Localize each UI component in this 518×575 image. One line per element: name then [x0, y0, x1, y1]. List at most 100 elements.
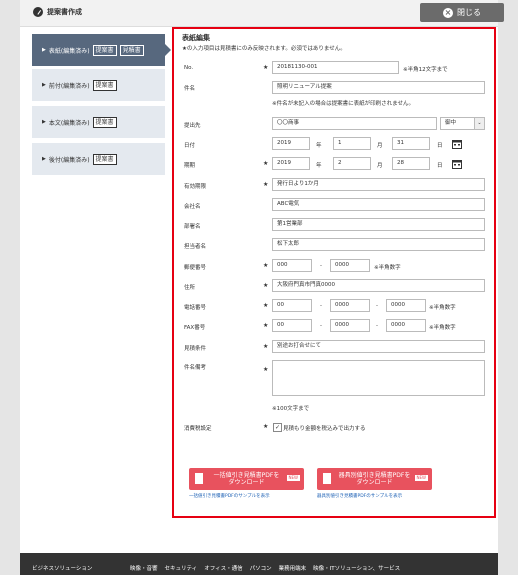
day-unit: 日 — [437, 143, 443, 149]
sidebar-item-back[interactable]: ▶ 後付(編集済み) 提案書 — [32, 143, 165, 175]
form-title: 表紙編集 — [182, 34, 210, 42]
address-label: 住所 — [184, 285, 196, 291]
chevron-down-icon: ⌄ — [474, 118, 484, 129]
sidebar-item-label: 後付(編集済み) — [48, 156, 90, 164]
download-item-discount-button[interactable]: 器具別値引き見積書PDFを ダウンロード NEW — [317, 468, 432, 490]
download-bulk-discount-button[interactable]: 一括値引き見積書PDFを ダウンロード NEW — [189, 468, 304, 490]
new-badge: NEW — [414, 475, 428, 481]
footer-link[interactable]: 映像・ITソリューション、サービス — [313, 564, 400, 572]
department-input[interactable]: 第1営業部 — [272, 218, 485, 231]
tag-estimate: 見積書 — [119, 44, 144, 56]
page-title-text: 提案書作成 — [47, 8, 82, 16]
phone-p3-input[interactable]: 0000 — [386, 299, 426, 312]
tag-proposal: 提案書 — [92, 116, 117, 128]
star-mark: ★ — [263, 282, 269, 289]
close-icon: × — [443, 7, 453, 18]
footer-link[interactable]: 映像・音響 — [130, 564, 158, 572]
company-input[interactable]: ABC電気 — [272, 198, 485, 211]
validity-input[interactable]: 発行日より1か月 — [272, 178, 485, 191]
phone-p2-input[interactable]: 0000 — [330, 299, 370, 312]
bulk-discount-sample-link[interactable]: 一括値引き見積書PDFのサンプルを表示 — [189, 493, 270, 499]
new-badge: NEW — [286, 475, 300, 481]
date-label: 日付 — [184, 143, 196, 149]
calendar-icon[interactable] — [452, 159, 462, 169]
star-mark: ★ — [263, 302, 269, 309]
calendar-icon[interactable] — [452, 139, 462, 149]
date-day-input[interactable]: 31 — [392, 137, 430, 150]
subject-hint: ※件名が未記入の場合は提案書に表紙が印刷されません。 — [272, 101, 414, 107]
arrow-icon: ▶ — [42, 82, 46, 88]
subject-input[interactable]: 照明リニューアル提案 — [272, 81, 485, 94]
zip-part1-input[interactable]: 000 — [272, 259, 312, 272]
close-button[interactable]: × 閉じる — [420, 3, 504, 22]
dash: - — [376, 303, 378, 309]
footer-links: 映像・音響 セキュリティ オフィス・通信 パソコン 業務用端末 映像・ITソリュ… — [130, 564, 400, 572]
zip-hint: ※半角数字 — [374, 265, 401, 271]
address-input[interactable]: 大阪府門真市門真0000 — [272, 279, 485, 292]
month-unit: 月 — [377, 163, 383, 169]
header-bar: 提案書作成 × 閉じる — [20, 0, 504, 27]
deadline-month-input[interactable]: 2 — [333, 157, 371, 170]
star-mark: ★ — [263, 366, 269, 373]
close-button-label: 閉じる — [457, 8, 481, 17]
deadline-year-input[interactable]: 2019 — [272, 157, 310, 170]
form-note: ★の入力項目は見積書にのみ反映されます。必須ではありません。 — [182, 46, 346, 52]
dash: - — [320, 323, 322, 329]
tag-proposal: 提案書 — [92, 44, 117, 56]
sidebar-item-body[interactable]: ▶ 本文(編集済み) 提案書 — [32, 106, 165, 138]
sidebar-item-front[interactable]: ▶ 前付(編集済み) 提案書 — [32, 69, 165, 101]
fax-p3-input[interactable]: 0000 — [386, 319, 426, 332]
tax-check-label: 見積もり金額を税込みで出力する — [283, 426, 366, 432]
fax-p1-input[interactable]: 00 — [272, 319, 312, 332]
date-year-input[interactable]: 2019 — [272, 137, 310, 150]
honorific-select[interactable]: 御中 ⌄ — [440, 117, 485, 130]
honorific-value: 御中 — [445, 120, 457, 126]
document-icon — [195, 473, 203, 484]
star-mark: ★ — [263, 64, 269, 71]
arrow-icon: ▶ — [42, 119, 46, 125]
footer-link[interactable]: 業務用端末 — [279, 564, 307, 572]
person-input[interactable]: 松下太郎 — [272, 238, 485, 251]
deadline-day-input[interactable]: 28 — [392, 157, 430, 170]
page-title: 提案書作成 — [33, 7, 82, 17]
date-month-input[interactable]: 1 — [333, 137, 371, 150]
remarks-hint: ※100文字まで — [272, 406, 310, 412]
remarks-label: 件名備考 — [184, 365, 207, 371]
subject-label: 件名 — [184, 86, 196, 92]
document-icon — [323, 473, 331, 484]
sidebar-item-label: 前付(編集済み) — [48, 82, 90, 90]
no-input[interactable]: 20181130-001 — [272, 61, 399, 74]
fax-label: FAX番号 — [184, 325, 206, 331]
fax-hint: ※半角数字 — [429, 325, 456, 331]
sidebar-item-label: 表紙(編集済み) — [48, 47, 90, 55]
star-mark: ★ — [263, 181, 269, 188]
phone-p1-input[interactable]: 00 — [272, 299, 312, 312]
zip-part2-input[interactable]: 0000 — [330, 259, 370, 272]
dash: - — [320, 263, 322, 269]
fax-p2-input[interactable]: 0000 — [330, 319, 370, 332]
star-mark: ★ — [263, 423, 269, 430]
tax-checkbox[interactable]: ✓ — [273, 423, 282, 432]
department-label: 部署名 — [184, 224, 201, 230]
recipient-input[interactable]: 〇〇商事 — [272, 117, 437, 130]
star-mark: ★ — [263, 343, 269, 350]
sidebar-item-cover[interactable]: ▶ 表紙(編集済み) 提案書 見積書 — [32, 34, 171, 66]
conditions-input[interactable]: 別途お打合せにて — [272, 340, 485, 353]
footer-link[interactable]: セキュリティ — [165, 564, 198, 572]
tag-proposal: 提案書 — [92, 153, 117, 165]
footer-title: ビジネスソリューション — [32, 566, 93, 572]
star-mark: ★ — [263, 262, 269, 269]
footer-link[interactable]: パソコン — [250, 564, 272, 572]
recipient-label: 提出先 — [184, 123, 201, 129]
deadline-label: 期期 — [184, 163, 196, 169]
year-unit: 年 — [316, 143, 322, 149]
month-unit: 月 — [377, 143, 383, 149]
tax-label: 消費税設定 — [184, 426, 212, 432]
no-hint: ※半角12文字まで — [403, 67, 448, 73]
star-mark: ★ — [263, 322, 269, 329]
phone-hint: ※半角数字 — [429, 305, 456, 311]
dash: - — [320, 303, 322, 309]
footer-link[interactable]: オフィス・通信 — [204, 564, 242, 572]
item-discount-sample-link[interactable]: 器具別値引き見積書PDFのサンプルを表示 — [317, 493, 402, 499]
remarks-textarea[interactable] — [272, 360, 485, 396]
